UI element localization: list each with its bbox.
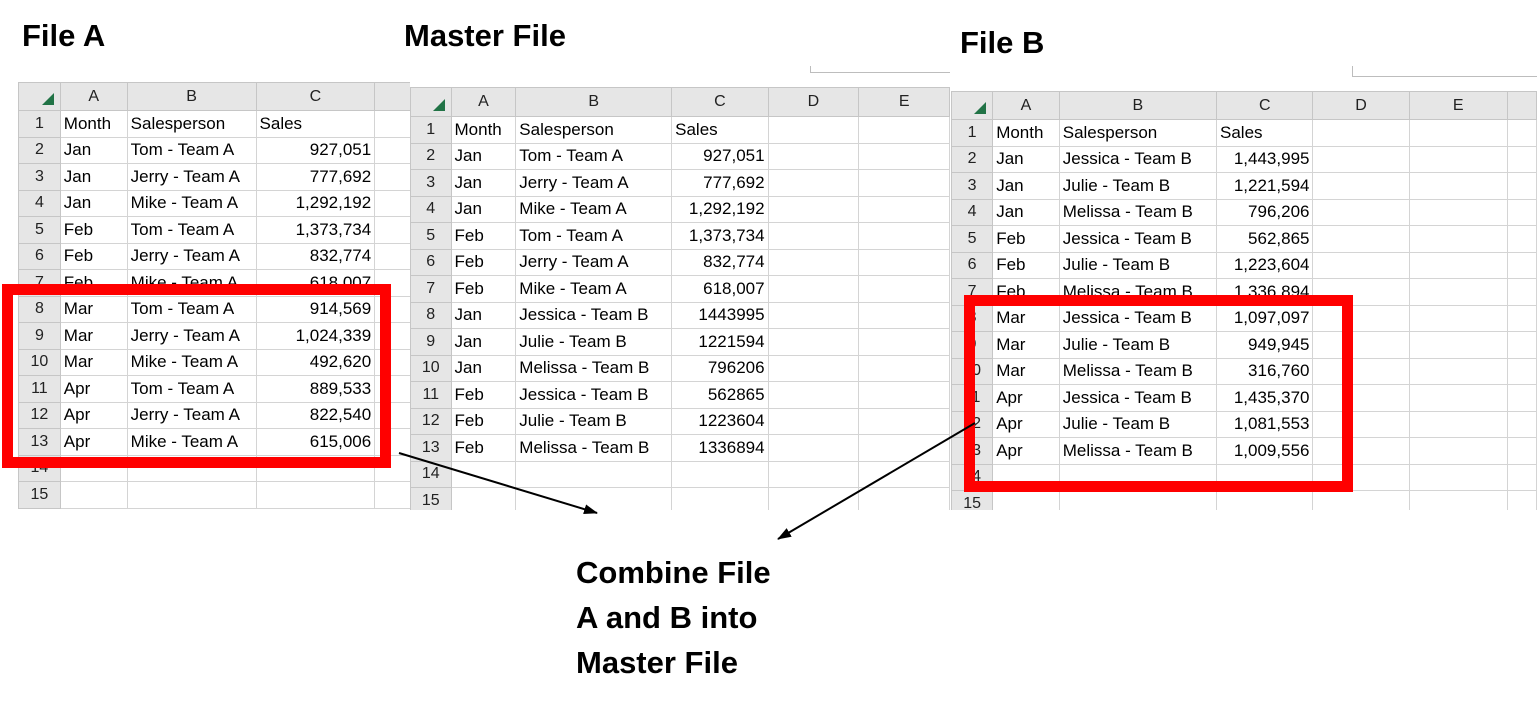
instruction-line: A and B into <box>576 600 758 635</box>
arrow-from-file-a <box>398 452 598 515</box>
instruction-line: Master File <box>576 645 738 680</box>
instruction-line: Combine File <box>576 555 771 590</box>
arrow-from-file-b <box>777 422 976 540</box>
combine-instruction: Combine File A and B into Master File <box>576 550 836 685</box>
